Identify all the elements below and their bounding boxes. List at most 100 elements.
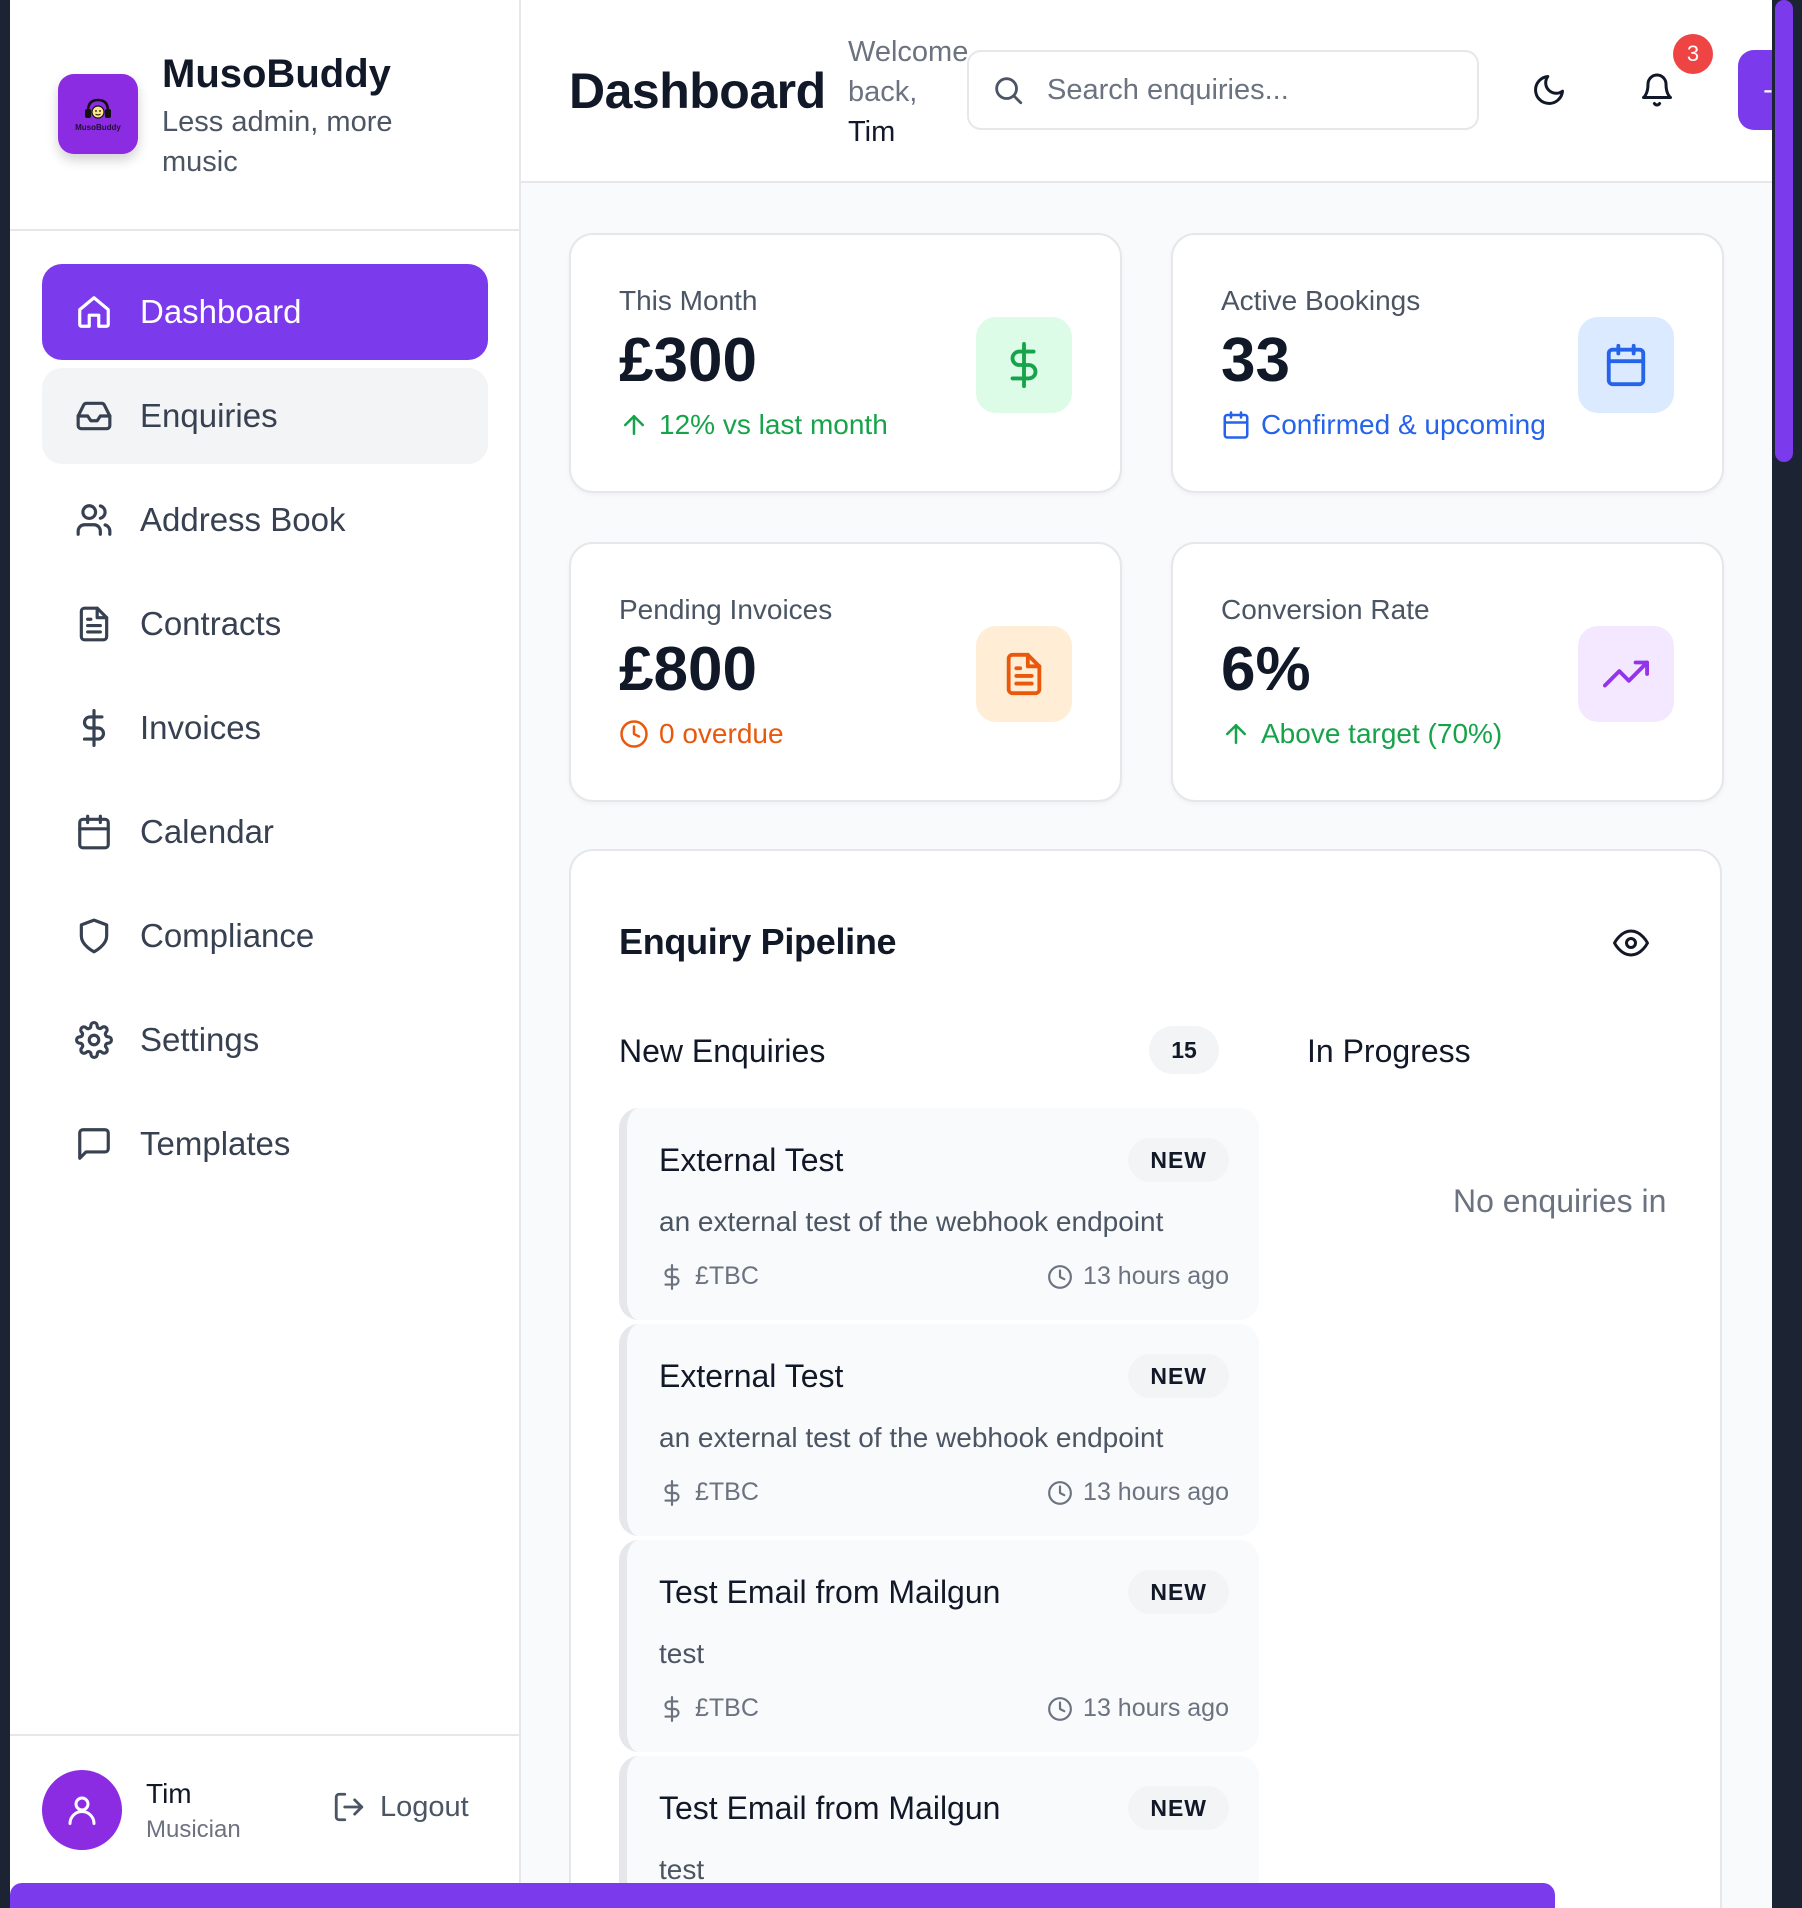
enquiry-description: an external test of the webhook endpoint bbox=[659, 1206, 1164, 1237]
avatar[interactable] bbox=[42, 1770, 122, 1850]
user-role: Musician bbox=[146, 1816, 241, 1843]
sidebar-item-templates[interactable]: Templates bbox=[42, 1096, 488, 1192]
stat-card-pending-invoices[interactable]: Pending Invoices £800 0 overdue bbox=[569, 542, 1122, 802]
column-count-badge: 15 bbox=[1149, 1026, 1219, 1074]
sidebar-item-invoices[interactable]: Invoices bbox=[42, 680, 488, 776]
stat-label: Pending Invoices bbox=[619, 594, 833, 625]
moon-icon[interactable] bbox=[1531, 72, 1567, 108]
enquiry-price-value: £TBC bbox=[695, 1478, 759, 1506]
gear-icon bbox=[74, 1020, 114, 1060]
sidebar: MusoBuddy MusoBuddy Less admin, more mus… bbox=[10, 0, 521, 1908]
sidebar-item-contracts[interactable]: Contracts bbox=[42, 576, 488, 672]
welcome-message: Welcome back, Tim bbox=[848, 32, 978, 152]
logout-label: Logout bbox=[380, 1790, 469, 1823]
sidebar-item-settings[interactable]: Settings bbox=[42, 992, 488, 1088]
bell-icon[interactable] bbox=[1639, 72, 1675, 108]
new-enquiry-button[interactable]: - bbox=[1738, 50, 1772, 130]
stat-subtext: Confirmed & upcoming bbox=[1221, 409, 1546, 441]
dollar-icon bbox=[664, 1695, 680, 1722]
enquiry-description: test bbox=[659, 1638, 705, 1669]
brand-header: MusoBuddy MusoBuddy Less admin, more mus… bbox=[10, 0, 519, 231]
search-icon bbox=[995, 77, 1023, 105]
stat-card-this-month[interactable]: This Month £300 12% vs last month bbox=[569, 233, 1122, 493]
search-input[interactable] bbox=[1047, 73, 1447, 107]
stat-subtext: Above target (70%) bbox=[1221, 718, 1502, 750]
sidebar-item-label: Enquiries bbox=[140, 397, 278, 434]
file-text-icon bbox=[74, 604, 114, 644]
welcome-name: Tim bbox=[848, 116, 896, 148]
enquiry-time: 13 hours ago bbox=[1047, 1478, 1229, 1507]
dollar-icon bbox=[1010, 342, 1038, 388]
clock-icon bbox=[1048, 1696, 1072, 1721]
enquiry-price: £TBC bbox=[659, 1694, 759, 1723]
user-name: Tim bbox=[146, 1778, 192, 1809]
sidebar-item-dashboard[interactable]: Dashboard bbox=[42, 264, 488, 360]
sidebar-item-label: Invoices bbox=[140, 709, 262, 746]
arrow-up-icon bbox=[624, 415, 644, 435]
search-bar[interactable] bbox=[967, 50, 1479, 130]
stat-subtext-label: 0 overdue bbox=[659, 718, 784, 749]
stat-label: This Month bbox=[619, 285, 758, 316]
enquiry-title: Test Email from Mailgun bbox=[659, 1574, 1001, 1610]
welcome-prefix: Welcome back, bbox=[848, 36, 969, 108]
clock-icon bbox=[1048, 1264, 1072, 1289]
trending-up-icon bbox=[1603, 660, 1649, 688]
enquiry-time-value: 13 hours ago bbox=[1083, 1694, 1229, 1722]
calendar-icon bbox=[74, 812, 114, 852]
stat-card-conversion-rate[interactable]: Conversion Rate 6% Above target (70%) bbox=[1171, 542, 1724, 802]
status-badge: NEW bbox=[1128, 1354, 1229, 1398]
vertical-scrollbar[interactable] bbox=[1775, 0, 1793, 462]
stat-label: Conversion Rate bbox=[1221, 594, 1430, 625]
sidebar-item-label: Settings bbox=[140, 1021, 260, 1058]
sidebar-item-label: Calendar bbox=[140, 813, 274, 850]
enquiry-title: Test Email from Mailgun bbox=[659, 1790, 1001, 1826]
dollar-icon bbox=[664, 1479, 680, 1506]
enquiry-description: an external test of the webhook endpoint bbox=[659, 1422, 1164, 1453]
stat-icon-box bbox=[976, 317, 1072, 413]
status-badge: NEW bbox=[1128, 1786, 1229, 1830]
stat-icon-box bbox=[1578, 317, 1674, 413]
logo-text: MusoBuddy bbox=[75, 122, 121, 132]
sidebar-item-enquiries[interactable]: Enquiries bbox=[42, 368, 488, 464]
app-logo[interactable]: MusoBuddy bbox=[58, 74, 138, 154]
enquiry-price: £TBC bbox=[659, 1478, 759, 1507]
enquiry-card[interactable]: External Test NEW an external test of th… bbox=[619, 1108, 1259, 1320]
sidebar-item-address-book[interactable]: Address Book bbox=[42, 472, 488, 568]
users-icon bbox=[74, 500, 114, 540]
logout-button[interactable]: Logout bbox=[332, 1790, 469, 1824]
pipeline-title: Enquiry Pipeline bbox=[619, 921, 897, 962]
horizontal-scrollbar[interactable] bbox=[10, 1883, 1555, 1908]
eye-icon[interactable] bbox=[1613, 925, 1649, 961]
sidebar-nav: Dashboard Enquiries Address Book Contrac… bbox=[42, 264, 488, 1200]
calendar-icon bbox=[1223, 411, 1249, 439]
brand-tagline: Less admin, more music bbox=[162, 106, 393, 178]
enquiry-card[interactable]: Test Email from Mailgun NEW test £TBC 13… bbox=[619, 1540, 1259, 1752]
sidebar-item-label: Templates bbox=[140, 1125, 291, 1162]
stat-subtext: 0 overdue bbox=[619, 718, 784, 750]
enquiry-description: test bbox=[659, 1854, 705, 1885]
enquiry-price: £TBC bbox=[659, 1262, 759, 1291]
sidebar-item-calendar[interactable]: Calendar bbox=[42, 784, 488, 880]
column-title-in-progress: In Progress bbox=[1307, 1033, 1471, 1069]
enquiry-card[interactable]: External Test NEW an external test of th… bbox=[619, 1324, 1259, 1536]
page-title: Dashboard bbox=[569, 63, 826, 119]
user-icon bbox=[68, 1796, 96, 1825]
sidebar-item-label: Contracts bbox=[140, 605, 282, 642]
column-title-new-enquiries: New Enquiries bbox=[619, 1033, 826, 1069]
logout-icon bbox=[334, 1792, 364, 1822]
stat-subtext-label: Above target (70%) bbox=[1261, 718, 1503, 749]
enquiry-price-value: £TBC bbox=[695, 1262, 759, 1290]
clock-icon bbox=[1048, 1480, 1072, 1505]
shield-icon bbox=[74, 916, 114, 956]
stat-value: 6% bbox=[1221, 635, 1311, 704]
stat-card-active-bookings[interactable]: Active Bookings 33 Confirmed & upcoming bbox=[1171, 233, 1724, 493]
stat-icon-box bbox=[1578, 626, 1674, 722]
app-window: MusoBuddy MusoBuddy Less admin, more mus… bbox=[10, 0, 1772, 1908]
dollar-icon bbox=[664, 1263, 680, 1290]
enquiry-time: 13 hours ago bbox=[1047, 1694, 1229, 1723]
sidebar-item-label: Compliance bbox=[140, 917, 315, 954]
sidebar-item-compliance[interactable]: Compliance bbox=[42, 888, 488, 984]
enquiry-price-value: £TBC bbox=[695, 1694, 759, 1722]
stat-label: Active Bookings bbox=[1221, 285, 1421, 316]
enquiry-time: 13 hours ago bbox=[1047, 1262, 1229, 1291]
